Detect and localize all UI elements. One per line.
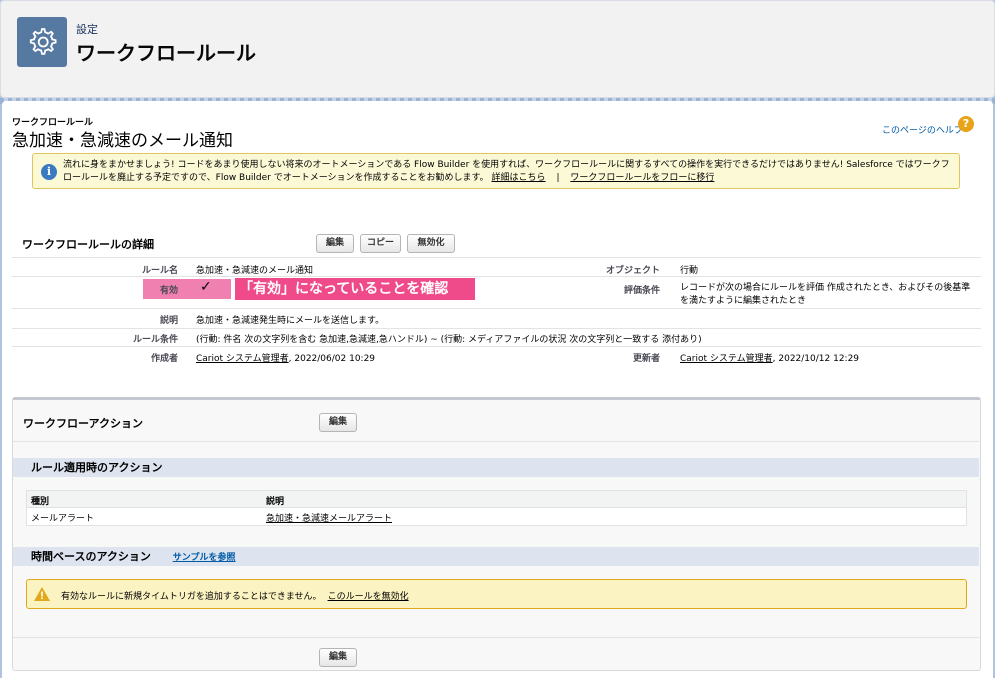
time-based-actions-header: 時間ベースのアクション サンプルを参照 xyxy=(13,547,979,566)
bottom-edit-button[interactable]: 編集 xyxy=(319,648,357,667)
modified-by-user-link[interactable]: Cariot システム管理者 xyxy=(680,354,773,364)
warning-message: 有効なルールに新規タイムトリガを追加することはできません。 このルールを無効化 xyxy=(26,579,967,609)
immediate-actions-title: ルール適用時のアクション xyxy=(31,461,163,474)
breadcrumb[interactable]: 設定 xyxy=(76,21,98,37)
page-title: 急加速・急減速のメール通知 xyxy=(12,131,233,151)
divider xyxy=(12,328,981,329)
description-value: 急加速・急減速発生時にメールを送信します。 xyxy=(196,316,385,326)
help-link[interactable]: このページのヘルプ xyxy=(882,123,963,136)
workflow-actions-section: ワークフローアクション 編集 ルール適用時のアクション 種別 説明 メールアラー… xyxy=(12,397,981,671)
table-row: メールアラート 急加速・急減速メールアラート xyxy=(27,508,966,525)
modified-by-label: 更新者 xyxy=(632,354,660,364)
active-checkmark: ✓ xyxy=(200,279,212,295)
divider xyxy=(13,441,979,442)
copy-button[interactable]: コピー xyxy=(360,234,401,253)
description-label: 説明 xyxy=(159,316,178,326)
warning-icon xyxy=(34,587,50,601)
flow-builder-notice: i 流れに身をまかせましょう! コードをあまり使用しない将来のオートメーションで… xyxy=(32,153,960,189)
learn-more-link[interactable]: 詳細はこちら xyxy=(492,173,546,183)
info-icon: i xyxy=(41,164,57,180)
object-value: 行動 xyxy=(680,266,699,276)
created-by-value: Cariot システム管理者, 2022/06/02 10:29 xyxy=(196,351,375,364)
help-icon[interactable]: ? xyxy=(958,116,974,132)
link-separator: | xyxy=(556,173,560,183)
column-header-description: 説明 xyxy=(266,497,285,507)
row-type: メールアラート xyxy=(31,514,95,524)
divider xyxy=(12,257,981,258)
created-date: , 2022/06/02 10:29 xyxy=(288,354,376,364)
rule-criteria-label: ルール条件 xyxy=(132,335,178,345)
main-content: ワークフロールール 急加速・急減速のメール通知 このページのヘルプ ? i 流れ… xyxy=(2,101,993,678)
modified-by-value: Cariot システム管理者, 2022/10/12 12:29 xyxy=(680,351,859,364)
warning-message-text: 有効なルールに新規タイムトリガを追加することはできません。 xyxy=(61,592,322,602)
warning-text: 有効なルールに新規タイムトリガを追加することはできません。 このルールを無効化 xyxy=(61,589,409,602)
migrate-to-flow-link[interactable]: ワークフロールールをフローに移行 xyxy=(570,173,714,183)
column-header-type: 種別 xyxy=(31,497,50,507)
time-based-actions-title: 時間ベースのアクション xyxy=(31,550,151,563)
immediate-actions-header: ルール適用時のアクション xyxy=(13,458,979,477)
workflow-actions-title: ワークフローアクション xyxy=(23,417,144,430)
divider xyxy=(12,346,981,347)
created-by-user-link[interactable]: Cariot システム管理者 xyxy=(196,354,289,364)
page-header-title: ワークフロールール xyxy=(76,41,256,65)
deactivate-rule-link[interactable]: このルールを無効化 xyxy=(328,592,409,602)
rule-name-label: ルール名 xyxy=(141,266,178,276)
active-label: 有効 xyxy=(159,286,178,296)
annotation-callout: 「有効」になっていることを確認 xyxy=(235,278,475,300)
edit-button[interactable]: 編集 xyxy=(316,234,354,253)
actions-edit-button[interactable]: 編集 xyxy=(319,413,357,432)
modified-date: , 2022/10/12 12:29 xyxy=(772,354,860,364)
rule-criteria-value: (行動: 件名 次の文字列を含む 急加速,急減速,急ハンドル) ~ (行動: メ… xyxy=(196,335,702,345)
actions-table: 種別 説明 メールアラート 急加速・急減速メールアラート xyxy=(26,490,967,526)
gear-icon xyxy=(17,17,67,67)
divider xyxy=(13,637,979,638)
row-desc: 急加速・急減速メールアラート xyxy=(266,511,392,524)
eval-criteria-label: 評価条件 xyxy=(623,286,660,296)
setup-header: 設定 ワークフロールール xyxy=(0,0,995,98)
view-sample-link[interactable]: サンプルを参照 xyxy=(173,553,236,563)
rule-name-value: 急加速・急減速のメール通知 xyxy=(196,266,314,276)
object-label: オブジェクト xyxy=(605,266,660,276)
table-header: 種別 説明 xyxy=(27,491,966,508)
divider xyxy=(12,308,981,309)
detail-section-title: ワークフロールールの詳細 xyxy=(22,238,154,251)
created-by-label: 作成者 xyxy=(150,354,178,364)
deactivate-button[interactable]: 無効化 xyxy=(407,234,455,253)
email-alert-link[interactable]: 急加速・急減速メールアラート xyxy=(266,514,392,524)
eval-criteria-value: レコードが次の場合にルールを評価 作成されたとき、およびその後基準を満たすように… xyxy=(680,283,971,306)
notice-text: 流れに身をまかせましょう! コードをあまり使用しない将来のオートメーションである… xyxy=(63,159,953,185)
divider xyxy=(12,276,981,277)
